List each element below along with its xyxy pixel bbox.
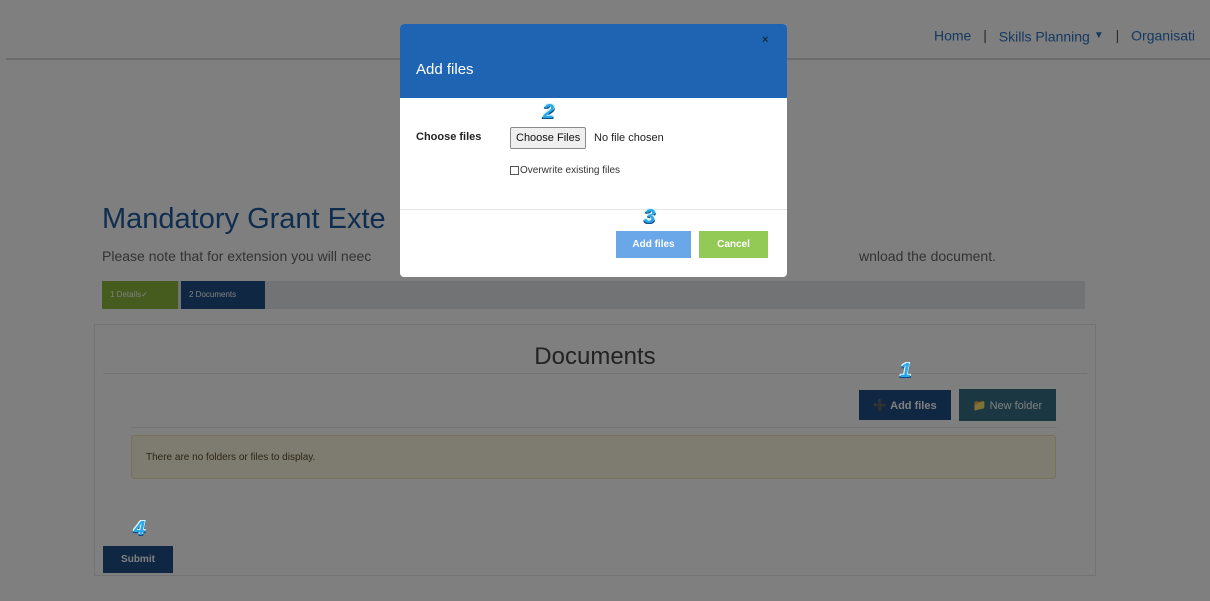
overwrite-option[interactable]: Overwrite existing files xyxy=(510,165,620,176)
callout-number-4: 4 xyxy=(134,518,146,540)
divider xyxy=(400,209,787,210)
close-icon[interactable]: × xyxy=(762,34,768,46)
choose-files-label: Choose files xyxy=(416,131,482,143)
modal-cancel-button[interactable]: Cancel xyxy=(699,231,768,258)
choose-files-button[interactable]: Choose Files xyxy=(510,127,587,149)
modal-title: Add files xyxy=(416,61,474,78)
modal-header: Add files × xyxy=(400,24,787,98)
add-files-modal: Add files × Choose files Choose Files No… xyxy=(400,24,787,277)
callout-number-2: 2 xyxy=(543,101,555,123)
overwrite-label: Overwrite existing files xyxy=(520,165,621,176)
no-file-chosen-text: No file chosen xyxy=(594,132,664,144)
callout-number-3: 3 xyxy=(644,206,656,228)
modal-add-files-button[interactable]: Add files xyxy=(616,231,691,258)
overwrite-checkbox[interactable] xyxy=(510,165,519,175)
callout-number-1: 1 xyxy=(900,360,912,382)
